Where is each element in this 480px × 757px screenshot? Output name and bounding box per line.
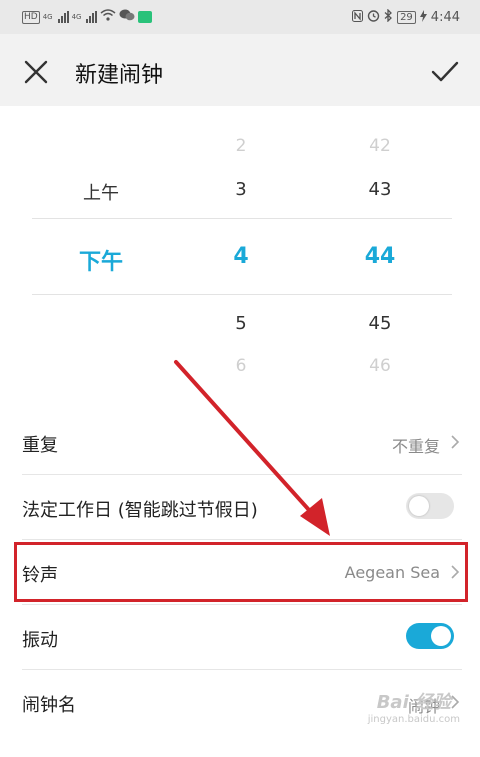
watermark: Bai 经验 jingyan.baidu.com bbox=[368, 688, 460, 725]
status-time: 4:44 bbox=[430, 10, 460, 25]
hour-selected[interactable]: 4 bbox=[233, 244, 248, 269]
signal-icon-2 bbox=[86, 11, 98, 23]
hd-badge: HD bbox=[22, 10, 40, 24]
minute-option[interactable]: 46 bbox=[369, 356, 391, 376]
ringtone-highlight-box bbox=[14, 542, 468, 602]
vibrate-row: 振动 bbox=[22, 605, 462, 670]
time-picker[interactable]: 2 42 上午 3 43 下午 4 44 5 45 6 46 bbox=[0, 106, 480, 396]
hour-option[interactable]: 5 bbox=[235, 313, 246, 334]
status-bar: HD 4G 4G 29 4:44 bbox=[0, 0, 480, 34]
status-left: HD 4G 4G bbox=[22, 9, 153, 25]
page-title: 新建闹钟 bbox=[75, 63, 164, 88]
nfc-icon bbox=[352, 9, 364, 26]
vibrate-toggle[interactable] bbox=[406, 623, 454, 649]
ampm-selected[interactable]: 下午 bbox=[79, 244, 123, 276]
app-header: 新建闹钟 bbox=[0, 34, 480, 106]
network-label-2: 4G bbox=[71, 13, 82, 21]
toggle-knob bbox=[409, 496, 429, 516]
app-notification-icon bbox=[138, 11, 153, 23]
repeat-label: 重复 bbox=[22, 435, 58, 456]
hour-option[interactable]: 6 bbox=[236, 356, 247, 376]
toggle-knob bbox=[431, 626, 451, 646]
close-button[interactable] bbox=[22, 58, 50, 86]
bluetooth-icon bbox=[384, 8, 393, 26]
check-icon bbox=[431, 61, 459, 82]
confirm-button[interactable] bbox=[430, 58, 460, 86]
hour-option[interactable]: 2 bbox=[236, 136, 247, 156]
alarm-name-label: 闹钟名 bbox=[22, 695, 76, 716]
network-label-1: 4G bbox=[42, 13, 53, 21]
picker-divider-top bbox=[32, 218, 452, 219]
charging-icon bbox=[419, 9, 427, 26]
wifi-icon bbox=[100, 9, 116, 25]
wechat-icon bbox=[119, 9, 135, 25]
holiday-skip-toggle[interactable] bbox=[406, 493, 454, 519]
chevron-right-icon bbox=[451, 435, 460, 449]
minute-option[interactable]: 45 bbox=[369, 313, 392, 334]
repeat-value: 不重复 bbox=[391, 437, 440, 456]
holiday-skip-row: 法定工作日 (智能跳过节假日) bbox=[22, 475, 462, 540]
ampm-option[interactable]: 上午 bbox=[83, 179, 119, 205]
minute-selected[interactable]: 44 bbox=[365, 244, 396, 269]
minute-option[interactable]: 42 bbox=[369, 136, 391, 156]
vibrate-label: 振动 bbox=[22, 630, 58, 651]
hour-option[interactable]: 3 bbox=[235, 179, 246, 200]
close-icon bbox=[24, 60, 48, 84]
repeat-row[interactable]: 重复 不重复 bbox=[22, 410, 462, 475]
watermark-main: Bai 经验 bbox=[376, 692, 452, 713]
minute-option[interactable]: 43 bbox=[369, 179, 392, 200]
battery-indicator: 29 bbox=[397, 11, 416, 24]
alarm-status-icon bbox=[367, 9, 380, 26]
status-right: 29 4:44 bbox=[352, 8, 460, 26]
picker-divider-bottom bbox=[32, 294, 452, 295]
holiday-skip-label: 法定工作日 (智能跳过节假日) bbox=[22, 500, 258, 521]
watermark-sub: jingyan.baidu.com bbox=[367, 714, 460, 725]
signal-icon bbox=[57, 11, 69, 23]
